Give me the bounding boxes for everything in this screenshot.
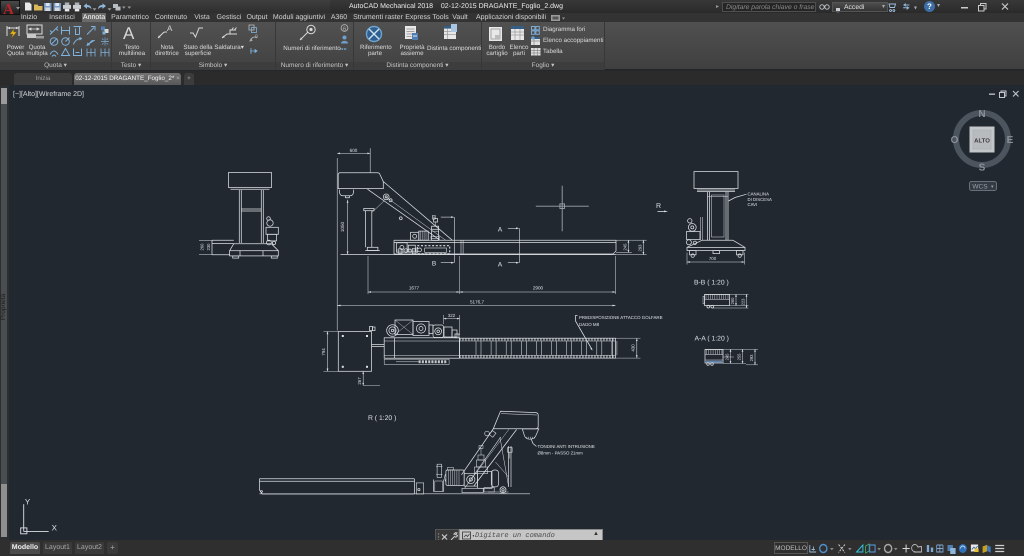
svg-text:1050: 1050: [340, 221, 345, 232]
svg-text:322: 322: [448, 313, 456, 318]
svg-text:ALTO: ALTO: [974, 138, 990, 145]
svg-text:600: 600: [350, 148, 358, 153]
svg-text:B: B: [432, 215, 436, 222]
svg-text:A: A: [3, 2, 14, 16]
svg-text:TONDINI ANTI INTRUSIONE: TONDINI ANTI INTRUSIONE: [538, 444, 595, 449]
svg-text:230: 230: [206, 243, 211, 251]
svg-text:DI DISCESA: DI DISCESA: [748, 197, 772, 202]
svg-text:O: O: [951, 135, 959, 146]
svg-text:260: 260: [200, 243, 205, 251]
svg-text:A: A: [498, 227, 503, 234]
svg-text:260: 260: [730, 297, 735, 305]
svg-text:R ( 1:20 ): R ( 1:20 ): [368, 415, 396, 422]
svg-text:Y: Y: [25, 497, 31, 506]
svg-text:293: 293: [637, 244, 642, 252]
svg-text:CANALINA: CANALINA: [748, 192, 770, 197]
svg-text:A: A: [498, 262, 503, 269]
svg-text:1677: 1677: [409, 286, 420, 291]
svg-text:255: 255: [737, 353, 742, 361]
svg-text:X: X: [52, 523, 58, 532]
svg-text:R: R: [656, 203, 661, 210]
svg-text:267: 267: [357, 377, 362, 385]
svg-text:700: 700: [709, 256, 717, 261]
svg-text:794: 794: [321, 348, 326, 356]
svg-text:223: 223: [741, 298, 746, 306]
svg-text:A-A ( 1:20 ): A-A ( 1:20 ): [695, 336, 729, 343]
svg-text:WCS: WCS: [972, 184, 988, 191]
svg-text:2900: 2900: [533, 286, 544, 291]
svg-text:B-B ( 1:20 ): B-B ( 1:20 ): [694, 280, 729, 287]
svg-text:5176,7: 5176,7: [470, 299, 484, 304]
svg-text:Ø8mm - PASSO 21mm: Ø8mm - PASSO 21mm: [538, 451, 584, 456]
svg-text:245: 245: [725, 353, 730, 361]
svg-text:N: N: [978, 109, 985, 120]
svg-text:430: 430: [631, 344, 636, 352]
svg-text:DADO M8: DADO M8: [579, 322, 600, 327]
svg-text:245: 245: [622, 243, 627, 251]
svg-text:293: 293: [749, 354, 754, 362]
svg-text:E: E: [1007, 135, 1014, 146]
svg-text:PREDISPOSIZIONE ATTACCO GOLFAR: PREDISPOSIZIONE ATTACCO GOLFARE: [579, 315, 663, 320]
svg-text:B: B: [432, 261, 436, 268]
svg-text:S: S: [979, 163, 986, 174]
svg-text:CAVI: CAVI: [748, 202, 758, 207]
